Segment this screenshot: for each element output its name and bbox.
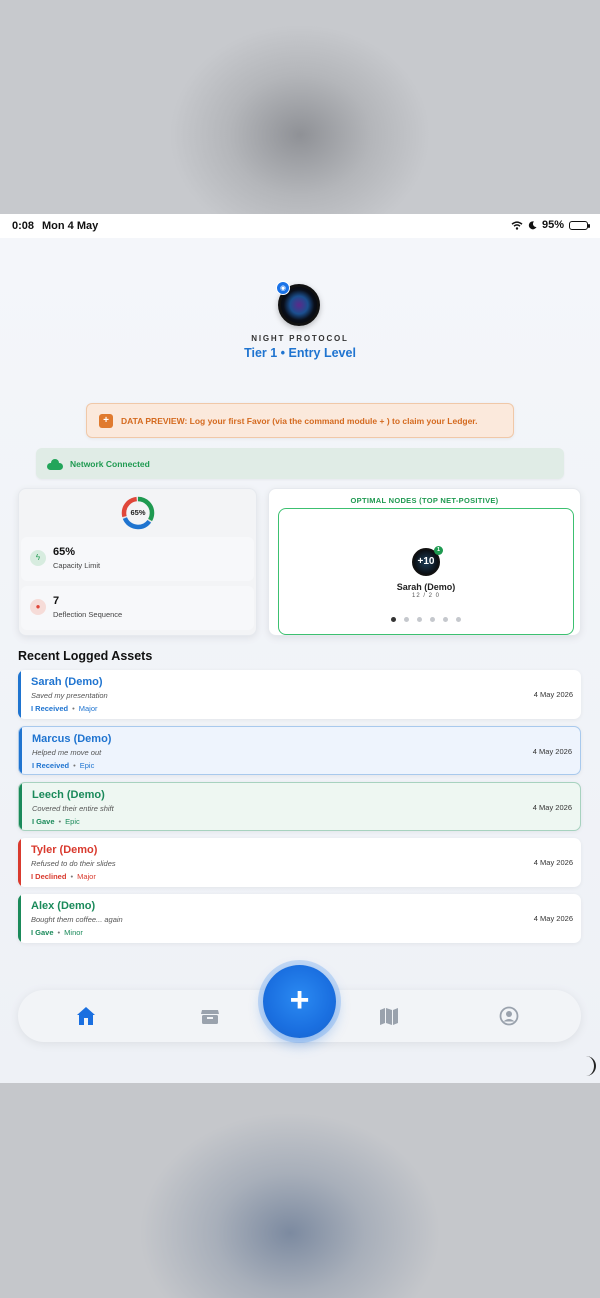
data-preview-text: DATA PREVIEW: Log your first Favor (via … (121, 415, 478, 426)
asset-accent-bar (18, 838, 21, 887)
profile-icon[interactable] (498, 1005, 520, 1027)
asset-note: Bought them coffee... again (31, 915, 123, 924)
brand-name: NIGHT PROTOCOL (251, 334, 349, 343)
asset-direction: I Received (32, 761, 70, 770)
tag-separator: • (73, 761, 76, 770)
asset-note: Helped me move out (32, 748, 102, 757)
inventory-icon[interactable] (199, 1005, 221, 1027)
tag-separator: • (57, 928, 61, 937)
shield-icon: ● (30, 599, 46, 615)
asset-level: Epic (65, 817, 80, 826)
app-logo: ◉ (276, 281, 322, 328)
node-score: 12 / 2 0 (411, 593, 440, 599)
deflection-stat: ● 7 Deflection Sequence (21, 586, 254, 630)
node-carousel[interactable]: +10 1 Sarah (Demo) 12 / 2 0 (278, 508, 574, 635)
asset-date: 4 May 2026 (533, 914, 573, 923)
add-box-icon: + (99, 413, 113, 428)
asset-direction: I Gave (32, 817, 55, 826)
asset-accent-bar (19, 783, 22, 830)
background-blur-top (0, 0, 600, 214)
asset-note: Saved my presentation (31, 691, 108, 700)
asset-note: Covered their entire shift (32, 804, 114, 813)
recent-assets-title: Recent Logged Assets (18, 649, 153, 663)
optimal-nodes-card: OPTIMAL NODES (TOP NET-POSITIVE) +10 1 S… (268, 488, 581, 636)
status-indicators: 95% (511, 219, 590, 231)
capacity-value: 65% (53, 546, 76, 558)
tag-separator: • (70, 872, 74, 881)
moon-icon (528, 220, 537, 229)
brand-tier: Tier 1 • Entry Level (244, 346, 356, 360)
asset-name: Leech (Demo) (32, 789, 105, 801)
status-bar: 0:08 Mon 4 May 95% (0, 214, 600, 238)
asset-row[interactable]: Tyler (Demo) Refused to do their slides I … (18, 838, 581, 887)
asset-date: 4 May 2026 (532, 803, 572, 812)
lightning-icon: ϟ (30, 550, 46, 566)
asset-name: Alex (Demo) (31, 900, 96, 912)
wifi-icon (511, 220, 523, 230)
stats-card: 65% ϟ 65% Capacity Limit ● 7 Deflection … (18, 488, 257, 636)
plus-icon: + (289, 981, 310, 1019)
app-screen: 0:08 Mon 4 May 95% ◉ NIGHT PROTOCOL Tier… (0, 214, 600, 1083)
capacity-percent-label: 65% (130, 508, 146, 517)
asset-row[interactable]: Sarah (Demo) Saved my presentation I Recei… (18, 670, 581, 719)
command-module-button[interactable]: + (263, 965, 336, 1038)
status-time: 0:08 (12, 220, 35, 232)
carousel-dot[interactable] (417, 617, 422, 622)
data-preview-banner[interactable]: + DATA PREVIEW: Log your first Favor (vi… (86, 403, 514, 438)
asset-tags: I Declined • Major (31, 872, 96, 881)
asset-note: Refused to do their slides (31, 859, 116, 868)
status-date: Mon 4 May (42, 220, 99, 232)
battery-percent: 95% (541, 219, 564, 231)
asset-level: Minor (64, 928, 83, 937)
asset-row[interactable]: Marcus (Demo) Helped me move out I Receive… (18, 726, 581, 775)
asset-level: Epic (79, 761, 95, 770)
carousel-dot[interactable] (443, 617, 448, 622)
map-icon[interactable] (378, 1005, 400, 1027)
carousel-dot[interactable] (391, 617, 396, 622)
asset-accent-bar (18, 894, 21, 943)
asset-row[interactable]: Leech (Demo) Covered their entire shift I … (18, 782, 581, 831)
tag-separator: • (58, 817, 62, 826)
asset-direction: I Gave (31, 928, 54, 937)
asset-accent-bar (19, 727, 22, 774)
tag-separator: • (72, 704, 75, 713)
capacity-label: Capacity Limit (53, 561, 101, 570)
asset-level: Major (77, 872, 96, 881)
asset-name: Marcus (Demo) (32, 733, 112, 745)
deflection-value: 7 (53, 595, 60, 607)
carousel-dot[interactable] (404, 617, 409, 622)
asset-direction: I Received (31, 704, 69, 713)
network-status-text: Network Connected (70, 458, 150, 469)
optimal-nodes-title: OPTIMAL NODES (TOP NET-POSITIVE) (350, 496, 499, 505)
home-icon[interactable] (75, 1005, 97, 1027)
asset-row[interactable]: Alex (Demo) Bought them coffee... again I … (18, 894, 581, 943)
background-blur-bottom (0, 1083, 600, 1298)
asset-name: Sarah (Demo) (31, 676, 103, 688)
asset-tags: I Gave • Epic (32, 817, 80, 826)
network-status: Network Connected (36, 448, 564, 479)
asset-date: 4 May 2026 (533, 690, 573, 699)
node-name: Sarah (Demo) (396, 582, 456, 592)
node-rank-badge: 1 (434, 546, 443, 555)
asset-date: 4 May 2026 (533, 858, 573, 867)
asset-tags: I Received • Epic (32, 761, 94, 770)
asset-direction: I Declined (31, 872, 67, 881)
gamepad-badge-icon: ◉ (276, 281, 290, 295)
battery-icon (569, 220, 590, 230)
asset-tags: I Received • Major (31, 704, 98, 713)
deflection-label: Deflection Sequence (53, 610, 123, 619)
corner-curve-mark (582, 1056, 596, 1076)
carousel-dot[interactable] (456, 617, 461, 622)
cloud-icon (47, 458, 63, 470)
asset-tags: I Gave • Minor (31, 928, 83, 937)
capacity-donut: 65% (120, 495, 156, 531)
carousel-dot[interactable] (430, 617, 435, 622)
asset-name: Tyler (Demo) (31, 844, 98, 856)
asset-accent-bar (18, 670, 21, 719)
carousel-page-indicator[interactable] (279, 617, 573, 622)
asset-level: Major (78, 704, 98, 713)
capacity-stat: ϟ 65% Capacity Limit (21, 537, 254, 581)
asset-date: 4 May 2026 (532, 747, 572, 756)
